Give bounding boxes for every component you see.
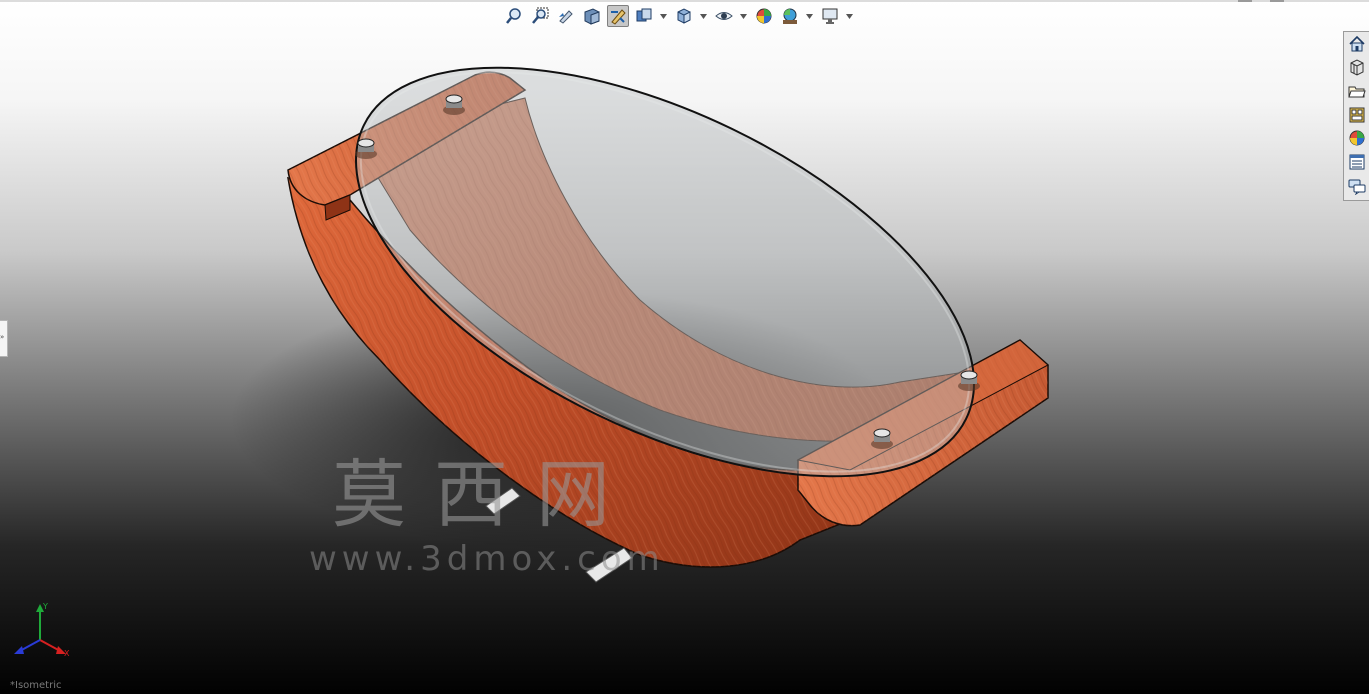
glass-support-3 xyxy=(958,370,980,391)
zoom-to-fit-button[interactable] xyxy=(503,5,525,27)
hide-show-dropdown[interactable] xyxy=(699,5,707,27)
apply-scene-dropdown[interactable] xyxy=(805,5,813,27)
apply-scene-button[interactable] xyxy=(779,5,801,27)
custom-properties-icon xyxy=(1349,154,1364,169)
glass-support-2 xyxy=(443,94,465,115)
watermark-url: www.3dmox.com xyxy=(309,539,665,579)
view-settings-dropdown[interactable] xyxy=(845,5,853,27)
view-orientation-label: *Isometric xyxy=(10,680,62,691)
view-settings-icon xyxy=(822,8,838,24)
edit-appearance-button[interactable] xyxy=(753,5,775,27)
previous-view-button[interactable] xyxy=(555,5,577,27)
edit-appearance-icon xyxy=(756,8,772,24)
chevron-down-icon xyxy=(845,13,853,19)
display-style-dropdown[interactable] xyxy=(659,5,667,27)
reference-triad: X Y xyxy=(14,602,70,658)
zoom-to-area-icon xyxy=(532,7,549,24)
tab-file-explorer[interactable] xyxy=(1346,80,1367,101)
previous-view-icon xyxy=(559,10,573,24)
design-library-icon xyxy=(1350,58,1363,76)
apply-scene-icon xyxy=(783,8,797,24)
graphics-area[interactable]: 莫西网 www.3dmox.com » X Y *Isometric xyxy=(0,0,1369,700)
zoom-to-fit-icon xyxy=(506,8,521,24)
tab-forum[interactable] xyxy=(1346,175,1367,196)
zoom-to-area-button[interactable] xyxy=(529,5,551,27)
chevron-down-icon xyxy=(659,13,667,19)
expand-arrow-icon: » xyxy=(0,333,5,341)
status-area xyxy=(0,694,1369,700)
tab-view-palette[interactable] xyxy=(1346,104,1367,125)
tab-solidworks-resources[interactable] xyxy=(1346,33,1367,54)
appearances-scenes-icon xyxy=(1349,130,1364,145)
watermark-text: 莫西网 xyxy=(332,452,638,538)
forum-icon xyxy=(1348,179,1365,195)
visibility-dropdown[interactable] xyxy=(739,5,747,27)
feature-manager-toggle[interactable]: » xyxy=(0,320,8,357)
task-pane-tabs xyxy=(1343,31,1369,201)
chevron-down-icon xyxy=(805,13,813,19)
model-render[interactable] xyxy=(0,0,1369,700)
heads-up-view-toolbar xyxy=(503,4,859,28)
tab-custom-properties[interactable] xyxy=(1346,151,1367,172)
y-axis-label: Y xyxy=(42,602,48,611)
glass-support-1 xyxy=(355,138,377,159)
chevron-down-icon xyxy=(739,13,747,19)
hide-show-items-button[interactable] xyxy=(673,5,695,27)
view-settings-button[interactable] xyxy=(819,5,841,27)
view-orientation-button[interactable] xyxy=(607,5,629,27)
chevron-down-icon xyxy=(699,13,707,19)
x-axis-label: X xyxy=(64,649,70,658)
eye-icon xyxy=(715,12,733,20)
folder-icon xyxy=(1347,86,1366,97)
glass-support-4 xyxy=(871,428,893,449)
tab-design-library[interactable] xyxy=(1346,56,1367,77)
section-view-icon xyxy=(584,8,600,25)
visibility-button[interactable] xyxy=(713,5,735,27)
section-view-button[interactable] xyxy=(581,5,603,27)
display-style-icon xyxy=(636,8,652,22)
display-style-button[interactable] xyxy=(633,5,655,27)
tab-appearances-scenes[interactable] xyxy=(1346,127,1367,148)
home-icon xyxy=(1348,35,1365,51)
hide-show-items-icon xyxy=(677,8,691,24)
view-orientation-icon xyxy=(611,9,626,25)
view-palette-icon xyxy=(1349,107,1364,122)
